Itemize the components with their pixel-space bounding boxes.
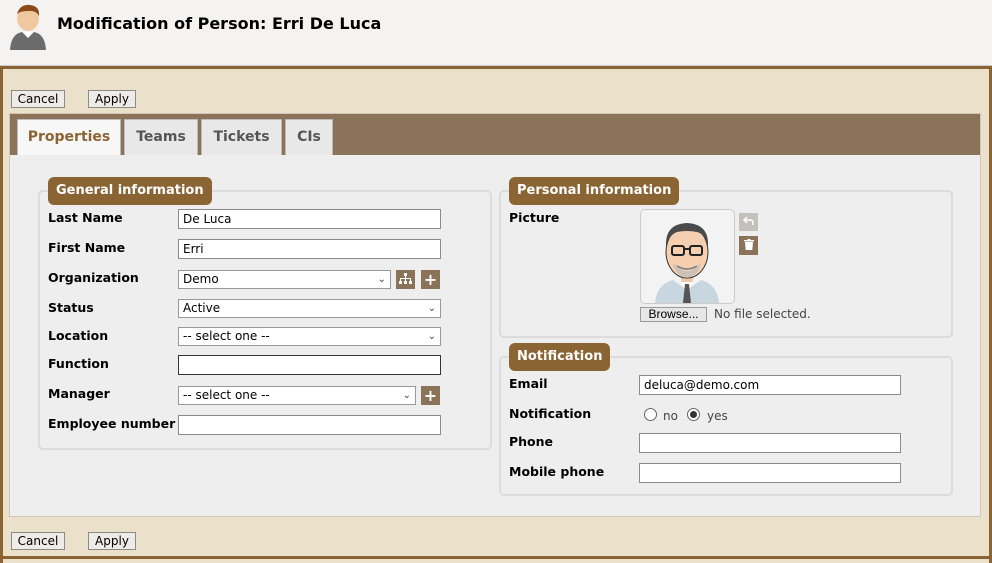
status-value: Active xyxy=(183,301,221,315)
delete-picture-button[interactable] xyxy=(739,236,758,255)
hierarchy-icon xyxy=(399,273,412,284)
apply-button-bottom[interactable]: Apply xyxy=(88,532,136,550)
notification-no-label: no xyxy=(663,409,678,423)
cancel-button-bottom[interactable]: Cancel xyxy=(11,532,65,550)
avatar xyxy=(640,209,735,304)
location-select[interactable]: -- select one -- ⌄ xyxy=(178,327,441,346)
personal-information-legend: Personal information xyxy=(509,177,680,205)
tab-cis[interactable]: CIs xyxy=(285,119,333,155)
phone-label: Phone xyxy=(509,434,554,449)
picture-label: Picture xyxy=(509,210,560,225)
chevron-down-icon: ⌄ xyxy=(377,274,386,285)
manager-value: -- select one -- xyxy=(183,388,270,402)
organization-label: Organization xyxy=(48,270,139,285)
notification-label: Notification xyxy=(509,406,592,421)
notification-no-radio[interactable] xyxy=(644,408,657,421)
first-name-input[interactable]: Erri xyxy=(178,239,441,259)
person-avatar-image xyxy=(655,223,719,303)
email-input[interactable]: deluca@demo.com xyxy=(639,375,901,395)
plus-icon: + xyxy=(423,386,438,405)
chevron-down-icon: ⌄ xyxy=(427,303,436,314)
tab-properties[interactable]: Properties xyxy=(17,119,121,155)
cancel-button-top[interactable]: Cancel xyxy=(11,90,65,108)
person-icon xyxy=(10,4,46,50)
last-name-input[interactable]: De Luca xyxy=(178,209,441,229)
status-label: Status xyxy=(48,300,94,315)
function-label: Function xyxy=(48,356,109,371)
general-information-section xyxy=(38,190,492,450)
tab-teams[interactable]: Teams xyxy=(124,119,198,155)
notification-legend: Notification xyxy=(509,343,611,371)
tab-tickets[interactable]: Tickets xyxy=(201,119,282,155)
undo-picture-button[interactable] xyxy=(739,213,758,231)
first-name-label: First Name xyxy=(48,240,126,255)
notification-yes-label: yes xyxy=(707,409,728,423)
undo-icon xyxy=(743,216,754,225)
function-input[interactable] xyxy=(178,355,441,375)
browse-button[interactable]: Browse... xyxy=(640,307,707,322)
employee-number-label: Employee number xyxy=(48,416,176,431)
manager-label: Manager xyxy=(48,386,110,401)
no-file-selected-text: No file selected. xyxy=(714,307,811,321)
location-value: -- select one -- xyxy=(183,329,270,343)
last-name-label: Last Name xyxy=(48,210,123,225)
apply-button-top[interactable]: Apply xyxy=(88,90,136,108)
tab-bar: Properties Teams Tickets CIs xyxy=(10,114,980,155)
add-organization-button[interactable]: + xyxy=(421,270,440,289)
organization-select[interactable]: Demo ⌄ xyxy=(178,270,391,289)
mobile-phone-input[interactable] xyxy=(639,463,901,483)
add-manager-button[interactable]: + xyxy=(421,386,440,405)
page-title: Modification of Person: Erri De Luca xyxy=(57,14,382,33)
organization-hierarchy-button[interactable] xyxy=(396,270,415,289)
email-label: Email xyxy=(509,376,548,391)
plus-icon: + xyxy=(423,270,438,289)
frame-bottom-border xyxy=(0,556,992,559)
chevron-down-icon: ⌄ xyxy=(427,331,436,342)
phone-input[interactable] xyxy=(639,433,901,453)
mobile-phone-label: Mobile phone xyxy=(509,464,605,479)
general-information-legend: General information xyxy=(48,177,212,205)
status-select[interactable]: Active ⌄ xyxy=(178,299,441,318)
page-header: Modification of Person: Erri De Luca xyxy=(0,0,992,66)
chevron-down-icon: ⌄ xyxy=(402,390,411,401)
notification-yes-radio[interactable] xyxy=(687,408,700,421)
employee-number-input[interactable] xyxy=(178,415,441,435)
organization-value: Demo xyxy=(183,272,219,286)
manager-select[interactable]: -- select one -- ⌄ xyxy=(178,386,416,405)
location-label: Location xyxy=(48,328,109,343)
trash-icon xyxy=(743,239,754,250)
